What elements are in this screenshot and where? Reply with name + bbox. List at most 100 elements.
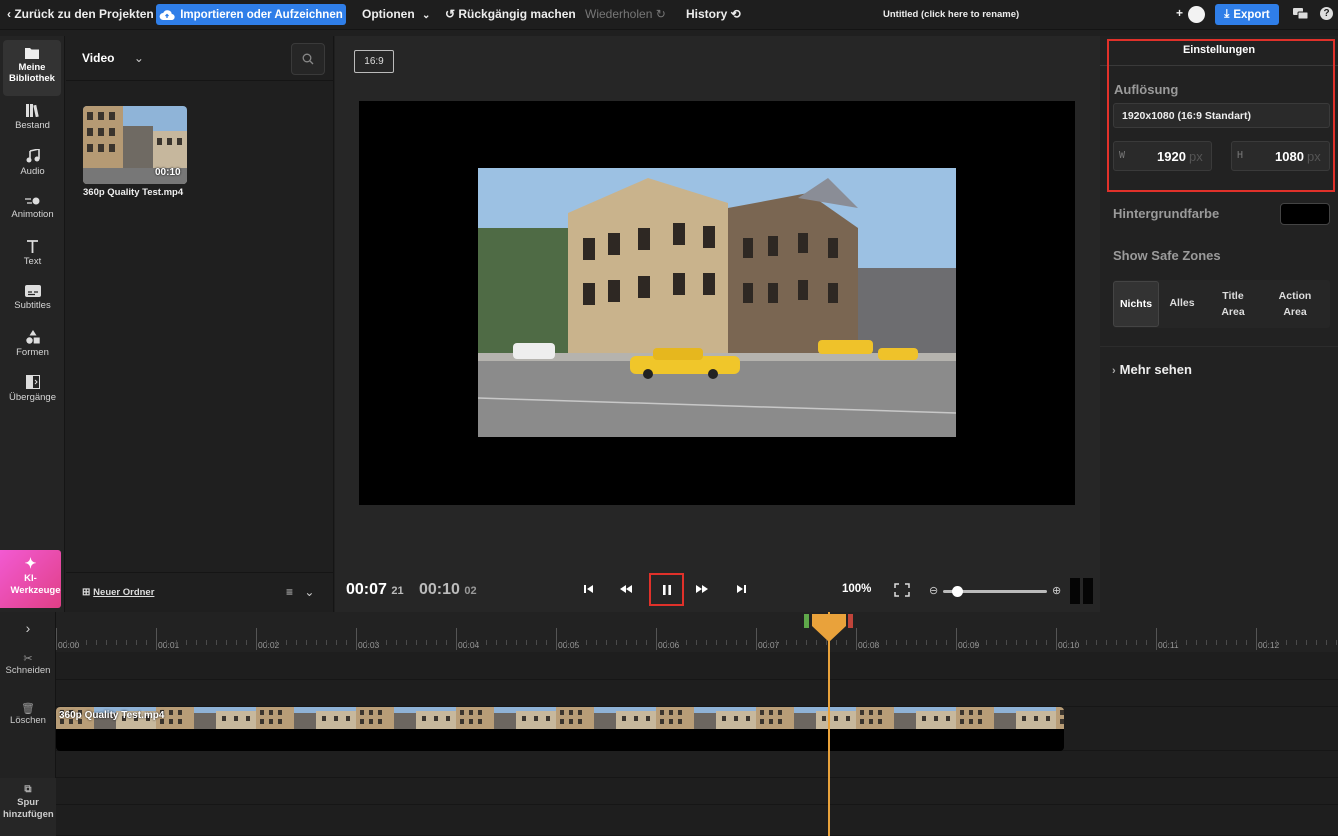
preview-canvas[interactable]	[359, 101, 1075, 505]
export-button[interactable]: ⤓ Export	[1215, 4, 1279, 25]
ruler-minor-tick	[646, 640, 647, 645]
back-button[interactable]: ‹ Zurück zu den Projekten	[7, 7, 154, 21]
safe-zone-option-title-area[interactable]: Title Area	[1211, 288, 1255, 324]
add-collaborator-button[interactable]: +	[1176, 6, 1183, 20]
sort-button[interactable]: ≡ ⌄	[286, 585, 314, 599]
ruler-minor-tick	[496, 640, 497, 645]
help-icon[interactable]: ?	[1320, 7, 1333, 20]
delete-button[interactable]: 🗑 Löschen	[0, 702, 56, 726]
safe-zone-option-action-area[interactable]: Action Area	[1271, 288, 1319, 324]
ruler-minor-tick	[376, 640, 377, 645]
ruler-tick	[356, 628, 357, 650]
safe-zone-option-nichts[interactable]: Nichts	[1113, 281, 1159, 327]
resolution-select[interactable]: 1920x1080 (16:9 Standart)	[1113, 103, 1330, 128]
ruler-minor-tick	[386, 640, 387, 645]
playhead[interactable]	[828, 612, 830, 836]
ruler-tick	[1056, 628, 1057, 650]
ruler-minor-tick	[1036, 640, 1037, 645]
aspect-ratio-button[interactable]: 16:9	[354, 50, 394, 73]
more-settings-toggle[interactable]: › Mehr sehen	[1112, 362, 1192, 377]
ruler-minor-tick	[1066, 640, 1067, 645]
rail-item-formen[interactable]: Formen	[0, 330, 65, 358]
skip-to-end-button[interactable]	[724, 572, 758, 606]
project-title[interactable]: Untitled (click here to rename)	[883, 9, 1019, 20]
media-thumbnail[interactable]: 00:10	[83, 106, 187, 184]
safe-zone-segmented-control: Nichts Alles Title Area Action Area	[1113, 280, 1330, 328]
new-folder-button[interactable]: ⊞ Neuer Ordner	[82, 587, 154, 598]
expand-timeline-button[interactable]: ›	[0, 620, 56, 636]
redo-icon: ↻	[652, 7, 666, 21]
cut-button[interactable]: ✂ Schneiden	[0, 652, 56, 676]
resolution-label: Auflösung	[1114, 82, 1179, 97]
pause-button[interactable]	[649, 573, 684, 606]
redo-button[interactable]: Wiederholen ↻	[585, 7, 666, 21]
background-color-swatch[interactable]	[1280, 203, 1330, 225]
options-menu[interactable]: Optionen ⌄	[362, 7, 430, 21]
ruler-minor-tick	[706, 640, 707, 645]
ruler-minor-tick	[806, 640, 807, 645]
media-duration: 00:10	[155, 167, 181, 178]
in-marker[interactable]	[804, 614, 809, 628]
ruler-minor-tick	[1206, 640, 1207, 645]
ruler-minor-tick	[276, 640, 277, 645]
skip-to-start-button[interactable]	[572, 572, 606, 606]
sparkle-icon: ✦	[24, 555, 37, 571]
fullscreen-icon[interactable]	[894, 583, 910, 602]
rail-item-library[interactable]: Meine Bibliothek	[3, 40, 61, 96]
ruler-minor-tick	[1336, 640, 1337, 645]
rewind-button[interactable]	[609, 572, 643, 606]
rail-item-audio[interactable]: Audio	[0, 149, 65, 177]
fast-forward-button[interactable]	[685, 572, 719, 606]
ruler-minor-tick	[416, 640, 417, 645]
avatar[interactable]	[1188, 6, 1205, 23]
ruler-tick	[256, 628, 257, 650]
ruler-minor-tick	[196, 640, 197, 645]
width-field[interactable]: W 1920 px	[1113, 141, 1212, 171]
import-button[interactable]: Importieren oder Aufzeichnen	[156, 4, 346, 25]
ruler-tick	[556, 628, 557, 650]
rail-item-subtitles[interactable]: Subtitles	[0, 285, 65, 311]
media-filter-dropdown[interactable]: Video ⌄	[82, 51, 144, 65]
zoom-level[interactable]: 100%	[842, 583, 871, 595]
settings-panel: Einstellungen Auflösung 1920x1080 (16:9 …	[1100, 36, 1338, 612]
ruler-tick	[956, 628, 957, 650]
ruler-minor-tick	[766, 640, 767, 645]
video-clip[interactable]: 360p Quality Test.mp4	[56, 707, 1064, 751]
history-button[interactable]: History ⟲	[686, 7, 741, 21]
rail-item-transitions[interactable]: Übergänge	[0, 375, 65, 403]
timeline-ruler[interactable]: 00:00 00:01 00:02 00:03 00:04 00:05 00:06 00:07…	[56, 612, 1338, 652]
ruler-minor-tick	[406, 640, 407, 645]
ruler-minor-tick	[186, 640, 187, 645]
divider	[1100, 346, 1338, 347]
ruler-minor-tick	[136, 640, 137, 645]
add-track-button[interactable]: ⧉ Spur hinzufügen	[0, 784, 56, 821]
ruler-minor-tick	[546, 640, 547, 645]
ruler-minor-tick	[886, 640, 887, 645]
ruler-minor-tick	[296, 640, 297, 645]
zoom-slider-handle[interactable]	[952, 586, 964, 597]
zoom-out-icon[interactable]: ⊖	[929, 584, 938, 597]
ruler-minor-tick	[1016, 640, 1017, 645]
ruler-minor-tick	[786, 640, 787, 645]
chat-icon[interactable]	[1293, 7, 1309, 26]
rail-item-bestand[interactable]: Bestand	[0, 104, 65, 131]
ruler-tick	[1156, 628, 1157, 650]
undo-button[interactable]: ↺ Rückgängig machen	[445, 7, 576, 21]
rail-item-text[interactable]: Text	[0, 240, 65, 267]
ruler-minor-tick	[266, 640, 267, 645]
ruler-minor-tick	[566, 640, 567, 645]
ki-tools-button[interactable]: ✦ KI-Werkzeuge	[0, 550, 61, 608]
ruler-minor-tick	[1296, 640, 1297, 645]
ruler-minor-tick	[1246, 640, 1247, 645]
ruler-minor-tick	[1026, 640, 1027, 645]
zoom-slider[interactable]	[943, 586, 1047, 597]
ruler-tick	[656, 628, 657, 650]
search-button[interactable]	[291, 43, 325, 75]
ruler-minor-tick	[96, 640, 97, 645]
height-field[interactable]: H 1080 px	[1231, 141, 1330, 171]
rail-item-animotion[interactable]: Animotion	[0, 196, 65, 220]
playhead-handle[interactable]	[804, 612, 846, 644]
zoom-in-icon[interactable]: ⊕	[1052, 584, 1061, 597]
safe-zone-option-alles[interactable]: Alles	[1162, 281, 1202, 327]
out-marker[interactable]	[848, 614, 853, 628]
